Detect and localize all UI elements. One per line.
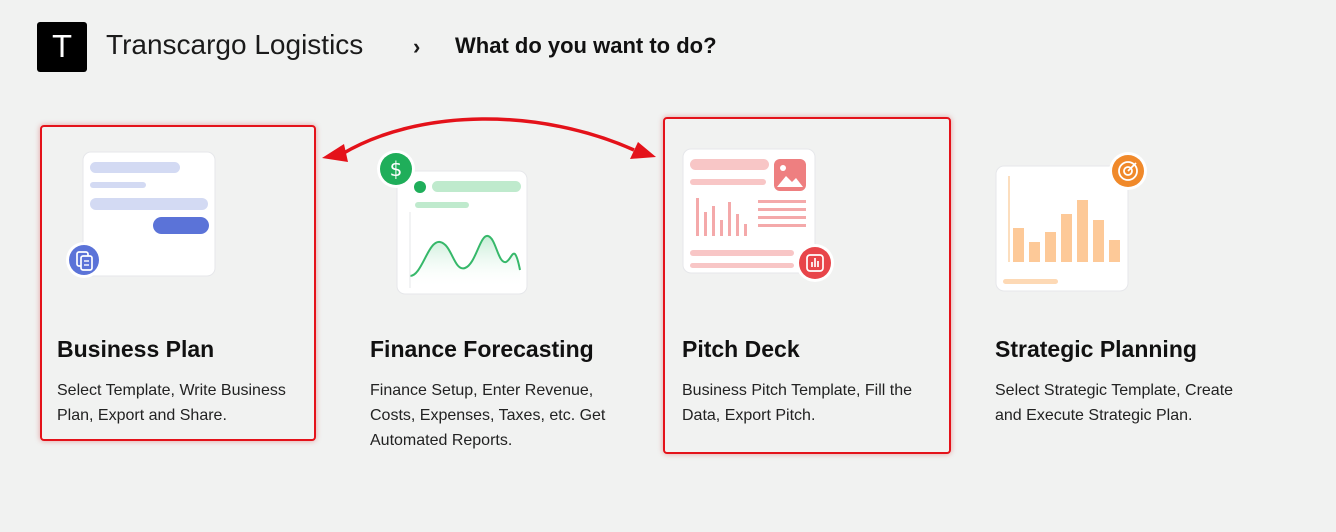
dollar-icon: $ (377, 150, 415, 188)
card-title: Business Plan (57, 336, 215, 362)
pitch-deck-illustration (682, 148, 834, 282)
card-description: Select Strategic Template, Create and Ex… (995, 382, 1234, 424)
page-title: What do you want to do? (455, 33, 717, 58)
logo-letter: T (52, 29, 72, 65)
company-logo[interactable]: T (37, 22, 87, 72)
card-finance-forecasting[interactable]: $ Finance Forecasting Finance Setup, Ent… (370, 140, 630, 460)
card-description: Select Template, Write Business Plan, Ex… (57, 382, 286, 424)
card-strategic-planning[interactable]: Strategic Planning Select Strategic Temp… (995, 140, 1255, 460)
bar-chart-icon (796, 244, 834, 282)
card-title: Strategic Planning (995, 336, 1197, 362)
company-name[interactable]: Transcargo Logistics (106, 29, 363, 61)
strategic-planning-illustration (995, 152, 1147, 292)
breadcrumb-separator-icon: › (413, 34, 421, 59)
card-title: Finance Forecasting (370, 336, 594, 362)
finance-forecasting-illustration: $ (377, 150, 528, 295)
card-business-plan[interactable]: Business Plan Select Template, Write Bus… (57, 140, 317, 460)
card-title: Pitch Deck (682, 336, 800, 362)
svg-text:$: $ (390, 157, 403, 181)
business-plan-illustration (66, 151, 216, 278)
card-pitch-deck[interactable]: Pitch Deck Business Pitch Template, Fill… (682, 140, 942, 460)
document-copy-icon (66, 242, 102, 278)
card-description: Finance Setup, Enter Revenue, Costs, Exp… (370, 382, 606, 449)
card-description: Business Pitch Template, Fill the Data, … (682, 382, 913, 424)
target-icon (1109, 152, 1147, 190)
